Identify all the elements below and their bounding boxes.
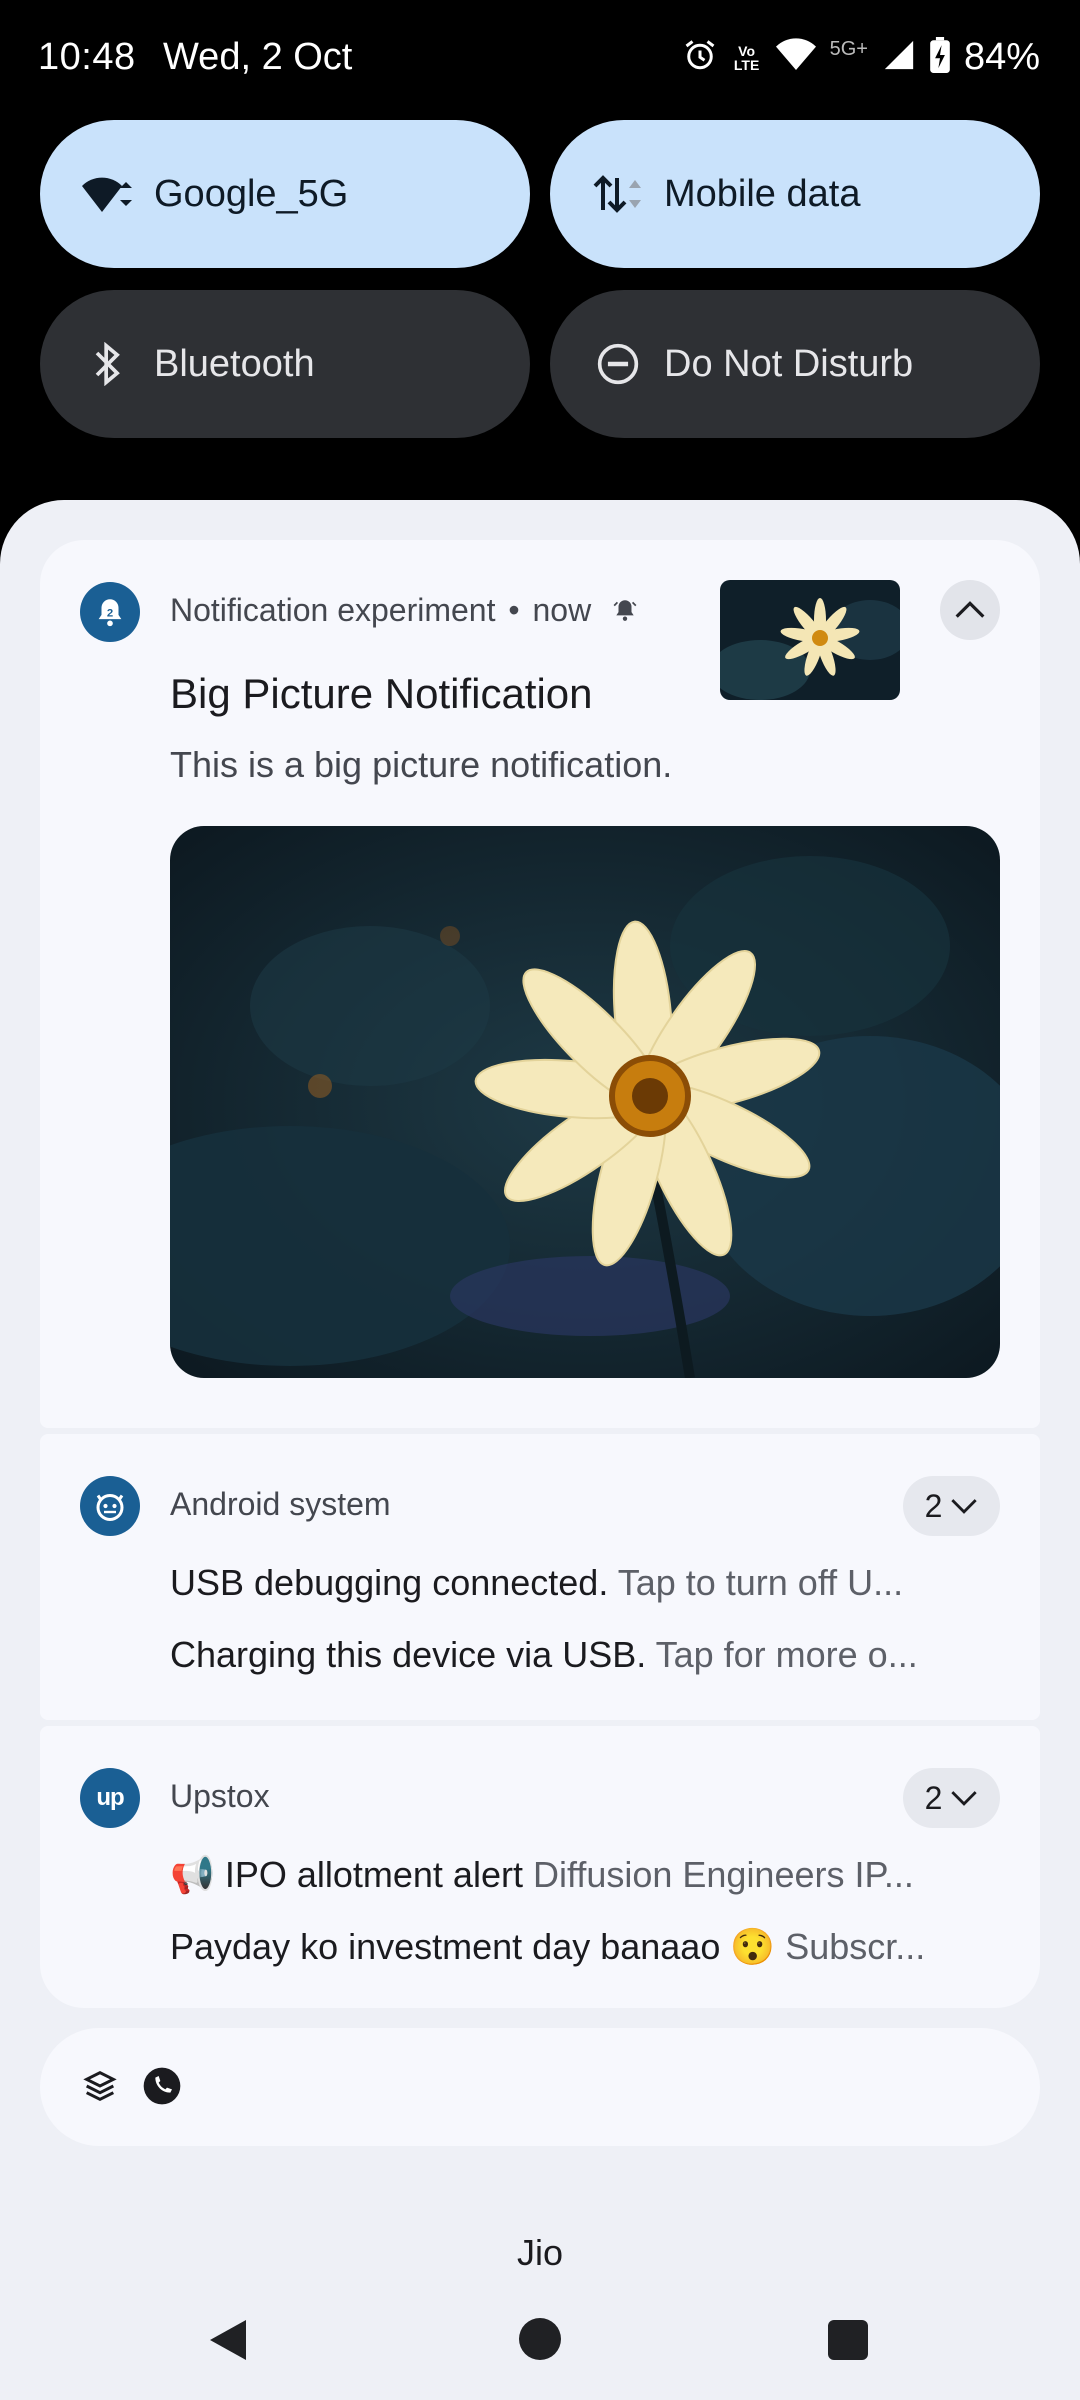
tile-mobile-data[interactable]: Mobile data [550, 120, 1040, 268]
message-text: Tap to turn off U... [617, 1562, 904, 1603]
alerting-bell-icon [612, 594, 638, 630]
tile-dnd[interactable]: Do Not Disturb [550, 290, 1040, 438]
carrier-label: Jio [516, 2232, 564, 2273]
big-picture-image [170, 826, 1000, 1378]
notification-message[interactable]: USB debugging connected. Tap to turn off… [170, 1562, 1000, 1604]
notification-header: Notification experiment • now [170, 592, 638, 631]
battery-percent: 84% [963, 36, 1040, 78]
wifi-icon [775, 38, 816, 77]
dnd-icon [590, 336, 646, 392]
chevron-up-icon [955, 601, 985, 618]
notification-upstox[interactable]: up Upstox 2 📢 IPO allotment alert Diffus… [40, 1726, 1040, 2008]
tile-bluetooth[interactable]: Bluetooth [40, 290, 530, 438]
expand-group-button[interactable]: 2 [903, 1476, 1000, 1536]
separator: • [508, 592, 520, 628]
notification-android-system[interactable]: Android system 2 USB debugging connected… [40, 1434, 1040, 1720]
notification-message[interactable]: Payday ko investment day banaao 😯 Subscr… [170, 1926, 1000, 1968]
5g-icon: 5G+ [829, 38, 868, 60]
back-button[interactable] [206, 2316, 250, 2369]
home-button[interactable] [519, 2318, 561, 2360]
expand-group-button[interactable]: 2 [903, 1768, 1000, 1828]
alarm-icon [682, 37, 718, 78]
navigation-bar [0, 2300, 1080, 2400]
tile-label: Bluetooth [154, 342, 315, 385]
notification-message[interactable]: Charging this device via USB. Tap for mo… [170, 1634, 1000, 1676]
notification-thumbnail [720, 580, 900, 700]
tile-label: Google_5G [154, 172, 349, 215]
tile-label: Mobile data [664, 172, 861, 215]
notification-text: This is a big picture notification. [170, 744, 673, 785]
message-title: 📢 IPO allotment alert [170, 1854, 523, 1895]
notification-count: 2 [924, 1779, 943, 1816]
back-triangle-icon [210, 2320, 246, 2360]
bluetooth-icon [80, 336, 136, 392]
message-text: Diffusion Engineers IP... [532, 1854, 914, 1895]
volte-icon: Vo LTE [733, 42, 760, 73]
status-date: Wed, 2 Oct [163, 36, 353, 78]
app-name: Upstox [170, 1778, 270, 1814]
battery-icon [930, 37, 950, 78]
notification-count: 2 [924, 1487, 943, 1524]
app-name: Notification experiment [170, 592, 496, 628]
collapse-button[interactable] [940, 580, 1000, 640]
status-icons: Vo LTE 5G+ 84% [682, 36, 1040, 79]
app-name: Android system [170, 1486, 391, 1522]
recents-button[interactable] [828, 2320, 868, 2360]
notification-big-picture[interactable]: 2 Notification experiment • now Big Pict… [40, 540, 1040, 1428]
stack-app-icon [80, 2066, 120, 2111]
silent-notifications-row[interactable] [40, 2028, 1040, 2146]
message-text: Tap for more o... [655, 1634, 918, 1675]
signal-icon [882, 38, 916, 77]
message-text: Subscr... [785, 1926, 926, 1967]
silent-icons [80, 2066, 182, 2111]
message-title: Payday ko investment day banaao 😯 [170, 1926, 776, 1967]
status-bar: 10:48 Wed, 2 Oct Vo LTE 5G+ 84% [0, 0, 1080, 120]
phone-call-app-icon [142, 2066, 182, 2111]
svg-text:2: 2 [107, 607, 113, 619]
chevron-down-icon [951, 1791, 978, 1806]
message-title: Charging this device via USB. [170, 1634, 647, 1675]
tile-wifi[interactable]: Google_5G [40, 120, 530, 268]
wifi-icon [80, 166, 136, 222]
tile-label: Do Not Disturb [664, 342, 914, 385]
android-system-icon [80, 1476, 140, 1536]
mobile-data-icon [590, 166, 646, 222]
notification-time: now [532, 592, 592, 628]
notification-bell-icon: 2 [80, 582, 140, 642]
notification-title: Big Picture Notification [170, 670, 593, 717]
chevron-down-icon [951, 1499, 978, 1514]
message-title: USB debugging connected. [170, 1562, 609, 1603]
status-time: 10:48 [38, 36, 136, 78]
upstox-icon: up [80, 1768, 140, 1828]
notification-message[interactable]: 📢 IPO allotment alert Diffusion Engineer… [170, 1854, 1000, 1896]
